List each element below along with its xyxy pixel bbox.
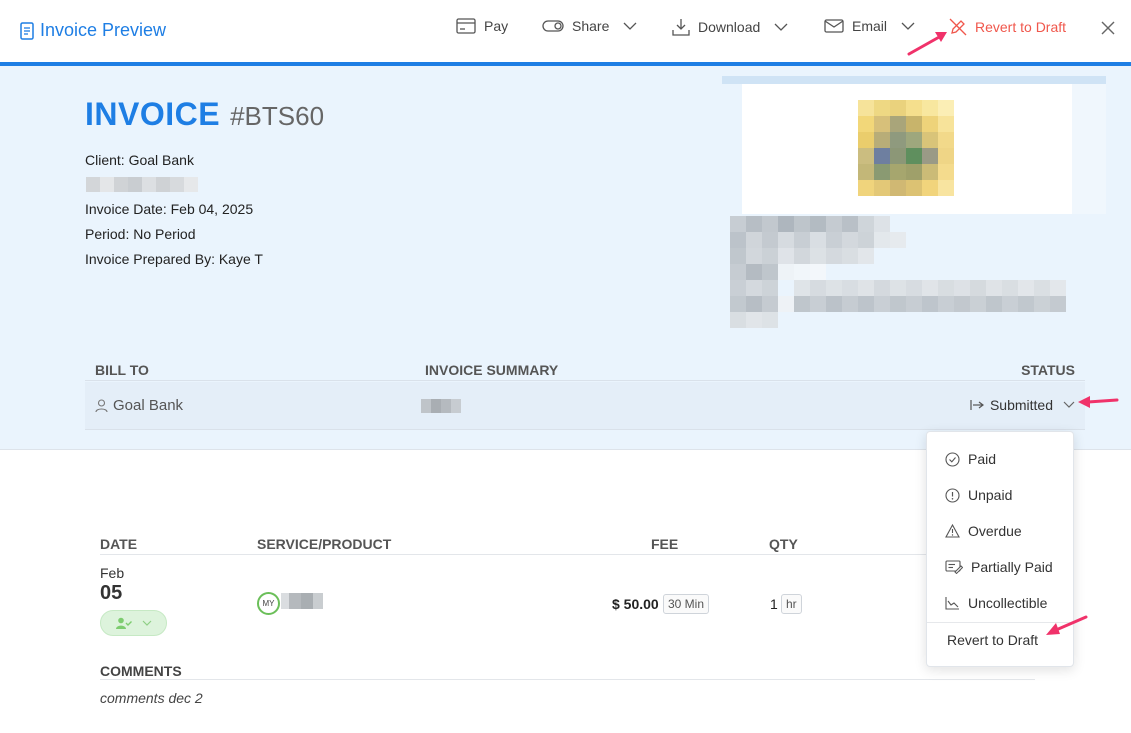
pay-label: Pay <box>484 18 509 34</box>
redacted-address <box>86 177 198 192</box>
bill-to-header: BILL TO <box>95 362 149 378</box>
warning-triangle-icon <box>945 524 960 538</box>
envelope-icon <box>824 19 844 33</box>
date-header: DATE <box>100 536 138 552</box>
chevron-down-icon <box>623 22 637 30</box>
invoice-number: #BTS60 <box>230 101 325 131</box>
trend-chart-icon <box>945 597 959 610</box>
email-label: Email <box>852 18 888 34</box>
annotation-arrow <box>1046 615 1088 635</box>
status-option-label: Uncollectible <box>968 595 1048 611</box>
line-item-month: Feb <box>100 565 125 581</box>
person-icon <box>95 398 108 412</box>
comments-text: comments dec 2 <box>100 690 203 706</box>
share-label: Share <box>572 18 610 34</box>
bill-to-client: Goal Bank <box>95 397 183 414</box>
exclamation-circle-icon <box>945 487 960 503</box>
client-line: Client: Goal Bank <box>85 152 194 168</box>
toggle-icon <box>542 20 564 32</box>
line-item-day: 05 <box>100 582 123 604</box>
service-header: SERVICE/PRODUCT <box>257 536 392 552</box>
qty-header: QTY <box>769 536 798 552</box>
window-title-text: Invoice Preview <box>40 20 167 40</box>
share-button[interactable]: Share <box>542 18 637 34</box>
email-button[interactable]: Email <box>824 18 915 34</box>
chevron-down-icon <box>142 620 151 626</box>
invoice-summary-row: Goal Bank Submitted <box>85 382 1085 430</box>
chevron-down-icon <box>774 23 788 31</box>
status-option-unpaid[interactable]: Unpaid <box>945 487 1012 503</box>
redacted-company-info <box>722 76 1106 340</box>
pencil-off-icon <box>949 18 967 36</box>
close-icon <box>1101 21 1115 35</box>
duration-tag: 30 Min <box>663 594 710 614</box>
close-button[interactable] <box>1100 20 1116 41</box>
invoice-word: INVOICE <box>85 96 221 132</box>
status-option-revert-to-draft[interactable]: Revert to Draft <box>947 632 1038 648</box>
qty-unit-tag: hr <box>781 594 802 614</box>
chevron-down-icon <box>1063 401 1075 408</box>
submit-arrow-icon <box>970 400 984 410</box>
fee-header: FEE <box>651 536 679 552</box>
annotation-arrow <box>1078 396 1119 408</box>
status-header: STATUS <box>1021 362 1075 378</box>
revert-to-draft-label: Revert to Draft <box>975 19 1067 35</box>
status-option-label: Paid <box>968 451 997 467</box>
redacted-summary <box>421 399 461 413</box>
annotation-arrow <box>907 32 947 56</box>
download-label: Download <box>698 19 761 35</box>
status-dropdown[interactable]: Submitted <box>970 397 1075 413</box>
invoice-period: Period: No Period <box>85 226 196 242</box>
invoice-date: Invoice Date: Feb 04, 2025 <box>85 201 254 217</box>
invoice-title: INVOICE #BTS60 <box>85 96 324 133</box>
status-option-partially-paid[interactable]: Partially Paid <box>945 559 1053 575</box>
invoice-summary-col-header: INVOICE SUMMARY <box>425 362 559 378</box>
download-icon <box>672 19 690 36</box>
status-option-label: Partially Paid <box>971 559 1053 575</box>
status-option-uncollectible[interactable]: Uncollectible <box>945 595 1047 611</box>
download-button[interactable]: Download <box>672 18 788 36</box>
invoice-summary-header: BILL TO INVOICE SUMMARY STATUS <box>85 357 1085 381</box>
line-item-fee: $ 50.00 <box>612 596 659 612</box>
invoice-prepared-by: Invoice Prepared By: Kaye T <box>85 251 263 267</box>
top-bar: Invoice Preview Pay Share Download Email… <box>0 0 1131 62</box>
credit-card-icon <box>456 18 476 34</box>
pay-button[interactable]: Pay <box>456 18 508 34</box>
revert-to-draft-button[interactable]: Revert to Draft <box>949 18 1066 36</box>
status-value: Submitted <box>989 397 1053 413</box>
window-title: Invoice Preview <box>20 20 166 41</box>
status-option-label: Unpaid <box>968 487 1013 503</box>
redacted-service-name <box>281 593 323 609</box>
staff-avatar: MY <box>257 592 280 615</box>
line-item-qty: 1 <box>770 596 778 612</box>
check-circle-icon <box>945 451 960 467</box>
comments-header: COMMENTS <box>100 663 1035 680</box>
user-check-icon <box>115 617 132 629</box>
bill-to-client-name: Goal Bank <box>113 397 184 414</box>
document-icon <box>20 21 34 40</box>
status-option-overdue[interactable]: Overdue <box>945 523 1022 539</box>
status-option-paid[interactable]: Paid <box>945 451 996 467</box>
line-items-header: DATE SERVICE/PRODUCT FEE QTY <box>100 535 1035 555</box>
partial-payment-icon <box>945 560 963 574</box>
staff-status-dropdown[interactable] <box>100 610 167 636</box>
status-option-label: Overdue <box>968 523 1022 539</box>
